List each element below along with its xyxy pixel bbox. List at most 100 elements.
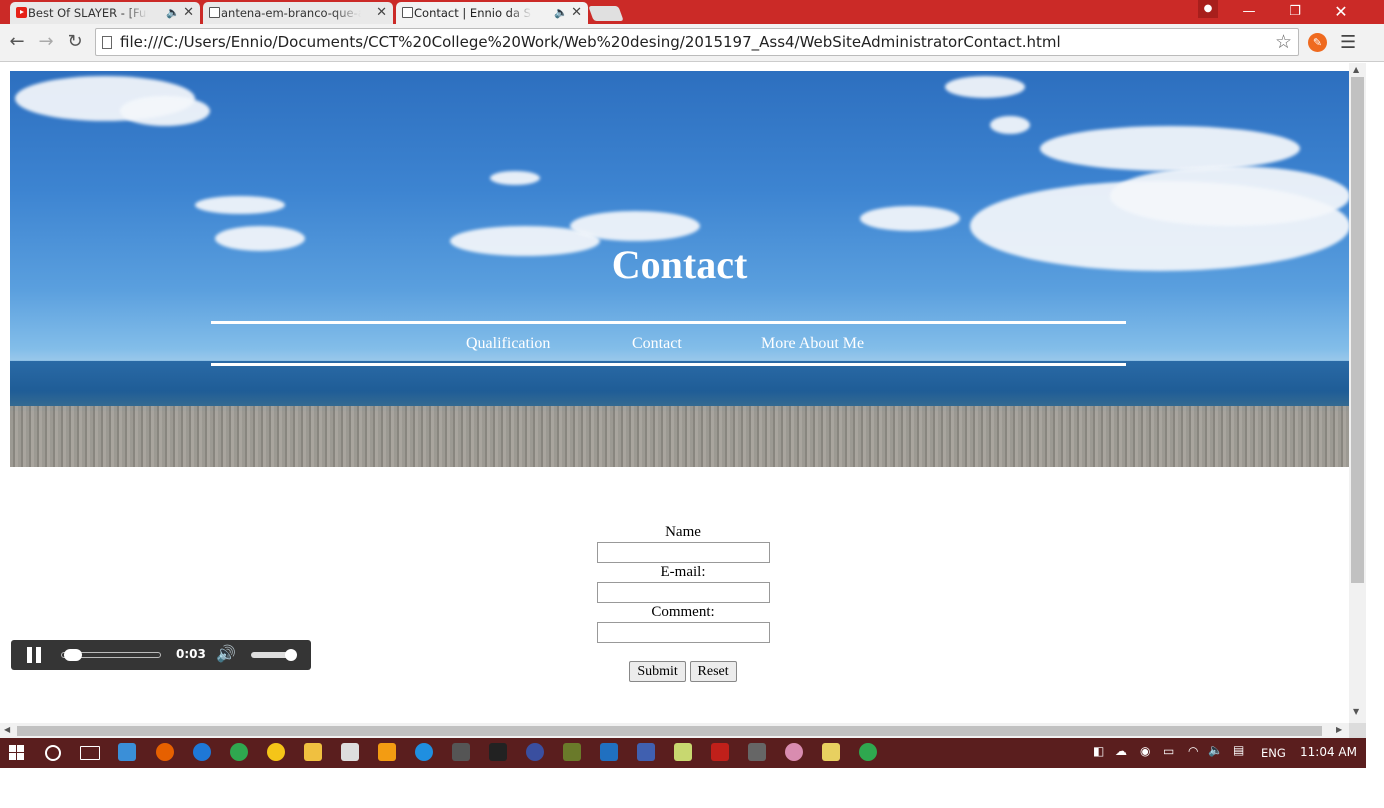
close-window-button[interactable]: ✕ xyxy=(1318,0,1364,24)
email-field[interactable] xyxy=(596,582,770,603)
scroll-right-icon[interactable]: ▶ xyxy=(1336,725,1342,734)
seek-bar[interactable] xyxy=(61,649,161,661)
vertical-scrollbar[interactable]: ▲ ▼ xyxy=(1349,63,1366,723)
app-icon[interactable] xyxy=(415,743,433,761)
cloud xyxy=(195,196,285,214)
app-icon[interactable] xyxy=(637,743,655,761)
nav-qualification[interactable]: Qualification xyxy=(466,335,550,353)
firefox-icon[interactable] xyxy=(156,743,174,761)
background-strip xyxy=(0,768,1384,808)
scroll-corner xyxy=(1349,723,1366,738)
notepad-icon[interactable] xyxy=(674,743,692,761)
forward-button[interactable]: → xyxy=(34,30,58,54)
chrome-icon[interactable] xyxy=(230,743,248,761)
new-tab-button[interactable] xyxy=(588,6,624,21)
address-bar[interactable]: file:///C:/Users/Ennio/Documents/CCT%20C… xyxy=(95,28,1299,56)
speaker-icon[interactable]: 🔈 xyxy=(554,6,568,19)
app-icon[interactable] xyxy=(822,743,840,761)
browser-toolbar: ← → ↻ file:///C:/Users/Ennio/Documents/C… xyxy=(0,24,1384,62)
tab-title: antena-em-branco-que-ap xyxy=(221,6,361,20)
page-icon xyxy=(402,7,413,18)
volume-handle[interactable] xyxy=(285,649,297,661)
seek-handle[interactable] xyxy=(64,649,82,661)
cloud xyxy=(1110,166,1349,226)
nav-contact[interactable]: Contact xyxy=(632,335,682,353)
terminal-icon[interactable] xyxy=(489,743,507,761)
clock[interactable]: 11:04 AM xyxy=(1300,745,1357,759)
bookmark-star-icon[interactable]: ☆ xyxy=(1275,31,1292,53)
eclipse-icon[interactable] xyxy=(526,743,544,761)
email-label: E-mail: xyxy=(660,564,706,580)
windows-start-icon[interactable] xyxy=(9,745,25,761)
user-icon[interactable]: ● xyxy=(1198,0,1218,18)
app-icon[interactable] xyxy=(600,743,618,761)
app-icon[interactable] xyxy=(748,743,766,761)
pdf-icon[interactable] xyxy=(711,743,729,761)
cloud xyxy=(120,96,210,126)
nav-more-about-me[interactable]: More About Me xyxy=(761,335,864,353)
page-icon xyxy=(209,7,220,18)
media-icon[interactable] xyxy=(378,743,396,761)
chrome-icon[interactable] xyxy=(859,743,877,761)
close-tab-icon[interactable]: ✕ xyxy=(376,5,387,20)
page-title: Contact xyxy=(611,242,748,287)
tab-contact[interactable]: Contact | Ennio da Silva 🔈 ✕ xyxy=(396,2,588,24)
cloud xyxy=(570,211,700,241)
youtube-icon xyxy=(16,7,27,18)
app-icon[interactable] xyxy=(563,743,581,761)
submit-button[interactable]: Submit xyxy=(629,661,686,682)
url-text[interactable]: file:///C:/Users/Ennio/Documents/CCT%20C… xyxy=(120,33,1061,51)
audio-player: 0:03 🔊 xyxy=(11,640,311,670)
volume-slider[interactable] xyxy=(251,649,297,661)
calculator-icon[interactable] xyxy=(452,743,470,761)
tab-antena[interactable]: antena-em-branco-que-ap ✕ xyxy=(203,2,393,24)
cloud xyxy=(490,171,540,185)
search-icon[interactable] xyxy=(45,745,61,761)
app-icon[interactable] xyxy=(267,743,285,761)
edge-icon[interactable] xyxy=(193,743,211,761)
horizontal-scroll-thumb[interactable] xyxy=(17,726,1322,736)
page-viewport: Contact Qualification Contact More About… xyxy=(0,63,1366,723)
volume-icon[interactable]: 🔊 xyxy=(216,644,236,663)
reset-button[interactable]: Reset xyxy=(689,661,737,682)
screen: Best Of SLAYER - [Full A 🔈 ✕ antena-em-b… xyxy=(0,0,1384,808)
wifi-icon[interactable]: ◠ xyxy=(1188,744,1198,758)
back-button[interactable]: ← xyxy=(5,30,29,54)
minimize-button[interactable]: — xyxy=(1226,0,1272,24)
battery-icon[interactable]: ▭ xyxy=(1163,744,1174,758)
main-nav: Qualification Contact More About Me xyxy=(211,321,1126,366)
action-center-icon[interactable]: ▤ xyxy=(1233,743,1244,757)
scroll-up-icon[interactable]: ▲ xyxy=(1353,65,1359,74)
app-icon[interactable] xyxy=(118,743,136,761)
tab-title: Best Of SLAYER - [Full A xyxy=(28,6,148,20)
tab-strip: Best Of SLAYER - [Full A 🔈 ✕ antena-em-b… xyxy=(0,0,1384,24)
tray-app-icon[interactable]: ◧ xyxy=(1093,744,1104,758)
menu-icon[interactable]: ☰ xyxy=(1340,32,1356,53)
reload-button[interactable]: ↻ xyxy=(63,30,87,54)
tray-app-icon[interactable]: ◉ xyxy=(1140,744,1150,758)
speaker-icon[interactable]: 🔈 xyxy=(166,6,180,19)
taskbar: ◧ ☁ ◉ ▭ ◠ 🔈 ▤ ENG 11:04 AM xyxy=(0,738,1366,768)
close-tab-icon[interactable]: ✕ xyxy=(571,5,582,20)
beach xyxy=(10,406,1349,467)
scroll-left-icon[interactable]: ◀ xyxy=(4,725,10,734)
name-label: Name xyxy=(665,524,701,540)
horizontal-scrollbar[interactable]: ◀ ▶ xyxy=(0,723,1349,738)
file-explorer-icon[interactable] xyxy=(304,743,322,761)
vertical-scroll-thumb[interactable] xyxy=(1351,77,1364,583)
name-field[interactable] xyxy=(596,542,770,563)
volume-tray-icon[interactable]: 🔈 xyxy=(1208,743,1223,757)
extension-icon[interactable]: ✎ xyxy=(1308,33,1327,52)
close-tab-icon[interactable]: ✕ xyxy=(183,5,194,20)
task-view-icon[interactable] xyxy=(80,746,100,760)
pause-icon[interactable] xyxy=(27,647,43,663)
tab-slayer[interactable]: Best Of SLAYER - [Full A 🔈 ✕ xyxy=(10,2,200,24)
cloud-icon[interactable]: ☁ xyxy=(1115,744,1127,758)
comment-field[interactable] xyxy=(596,622,770,643)
store-icon[interactable] xyxy=(341,743,359,761)
paint-icon[interactable] xyxy=(785,743,803,761)
restore-button[interactable]: ❐ xyxy=(1272,0,1318,24)
scroll-down-icon[interactable]: ▼ xyxy=(1353,707,1359,716)
comment-label: Comment: xyxy=(651,604,715,620)
language-indicator[interactable]: ENG xyxy=(1261,746,1286,760)
